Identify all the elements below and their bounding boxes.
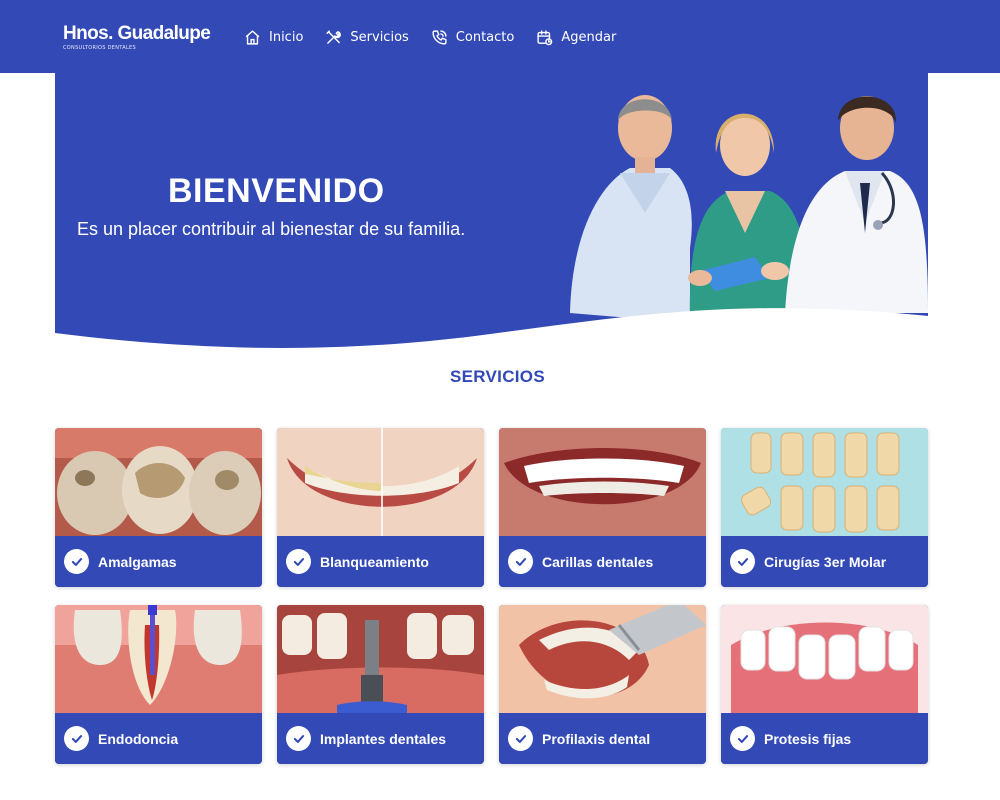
fixed-prosthesis-photo <box>721 605 928 713</box>
service-card-cirugias[interactable]: Cirugías 3er Molar <box>721 428 928 587</box>
check-icon <box>286 726 311 751</box>
service-label: Carillas dentales <box>542 553 654 570</box>
service-card-footer: Cirugías 3er Molar <box>721 536 928 587</box>
check-icon <box>508 549 533 574</box>
top-navbar: Hnos. Guadalupe CONSULTORIOS DENTALES In… <box>0 0 1000 73</box>
service-label: Endodoncia <box>98 730 179 747</box>
service-label: Amalgamas <box>98 553 177 570</box>
nav-item-inicio[interactable]: Inicio <box>244 26 303 48</box>
check-icon <box>730 549 755 574</box>
check-icon <box>286 549 311 574</box>
teeth-whitening-photo <box>277 428 484 536</box>
check-icon <box>64 726 89 751</box>
nav-item-servicios[interactable]: Servicios <box>325 26 409 48</box>
brand-logo[interactable]: Hnos. Guadalupe CONSULTORIOS DENTALES <box>63 23 211 52</box>
root-canal-photo <box>55 605 262 713</box>
home-icon <box>245 29 260 45</box>
hero-wave-shape <box>55 308 928 348</box>
services-grid: Amalgamas Blanqueamiento Carillas dental… <box>55 428 928 764</box>
service-card-endodoncia[interactable]: Endodoncia <box>55 605 262 764</box>
service-card-footer: Amalgamas <box>55 536 262 587</box>
service-card-blanqueamiento[interactable]: Blanqueamiento <box>277 428 484 587</box>
check-icon <box>730 726 755 751</box>
brand-name: Hnos. Guadalupe <box>63 23 211 44</box>
dental-cleaning-photo <box>499 605 706 713</box>
hero-title: BIENVENIDO <box>168 172 385 210</box>
service-card-footer: Carillas dentales <box>499 536 706 587</box>
nav-label: Agendar <box>561 29 617 45</box>
nav-item-contacto[interactable]: Contacto <box>431 26 515 48</box>
service-label: Protesis fijas <box>764 730 852 747</box>
check-icon <box>64 549 89 574</box>
main-menu: Inicio Servicios Contacto Agendar <box>244 26 616 48</box>
service-card-carillas[interactable]: Carillas dentales <box>499 428 706 587</box>
nav-label: Inicio <box>269 29 304 45</box>
service-label: Blanqueamiento <box>320 553 429 570</box>
tools-icon <box>326 29 342 44</box>
hero-subtitle: Es un placer contribuir al bienestar de … <box>77 219 466 239</box>
service-card-footer: Implantes dentales <box>277 713 484 764</box>
service-card-implantes[interactable]: Implantes dentales <box>277 605 484 764</box>
brand-tagline: CONSULTORIOS DENTALES <box>63 45 136 51</box>
service-card-profilaxis[interactable]: Profilaxis dental <box>499 605 706 764</box>
service-card-protesis[interactable]: Protesis fijas <box>721 605 928 764</box>
service-card-footer: Protesis fijas <box>721 713 928 764</box>
dental-veneers-photo <box>499 428 706 536</box>
service-label: Cirugías 3er Molar <box>764 553 887 570</box>
service-label: Implantes dentales <box>320 730 447 747</box>
phone-icon <box>432 29 447 45</box>
service-label: Profilaxis dental <box>542 730 651 747</box>
nav-item-agendar[interactable]: Agendar <box>536 26 616 48</box>
service-card-amalgamas[interactable]: Amalgamas <box>55 428 262 587</box>
services-heading: SERVICIOS <box>450 367 545 386</box>
service-card-footer: Blanqueamiento <box>277 536 484 587</box>
nav-label: Servicios <box>350 29 409 45</box>
service-card-footer: Profilaxis dental <box>499 713 706 764</box>
service-card-footer: Endodoncia <box>55 713 262 764</box>
hero-banner: BIENVENIDO Es un placer contribuir al bi… <box>55 73 928 348</box>
amalgam-fillings-photo <box>55 428 262 536</box>
dental-implant-photo <box>277 605 484 713</box>
third-molar-surgery-photo <box>721 428 928 536</box>
calendar-icon <box>537 29 553 45</box>
nav-label: Contacto <box>455 29 515 45</box>
check-icon <box>508 726 533 751</box>
